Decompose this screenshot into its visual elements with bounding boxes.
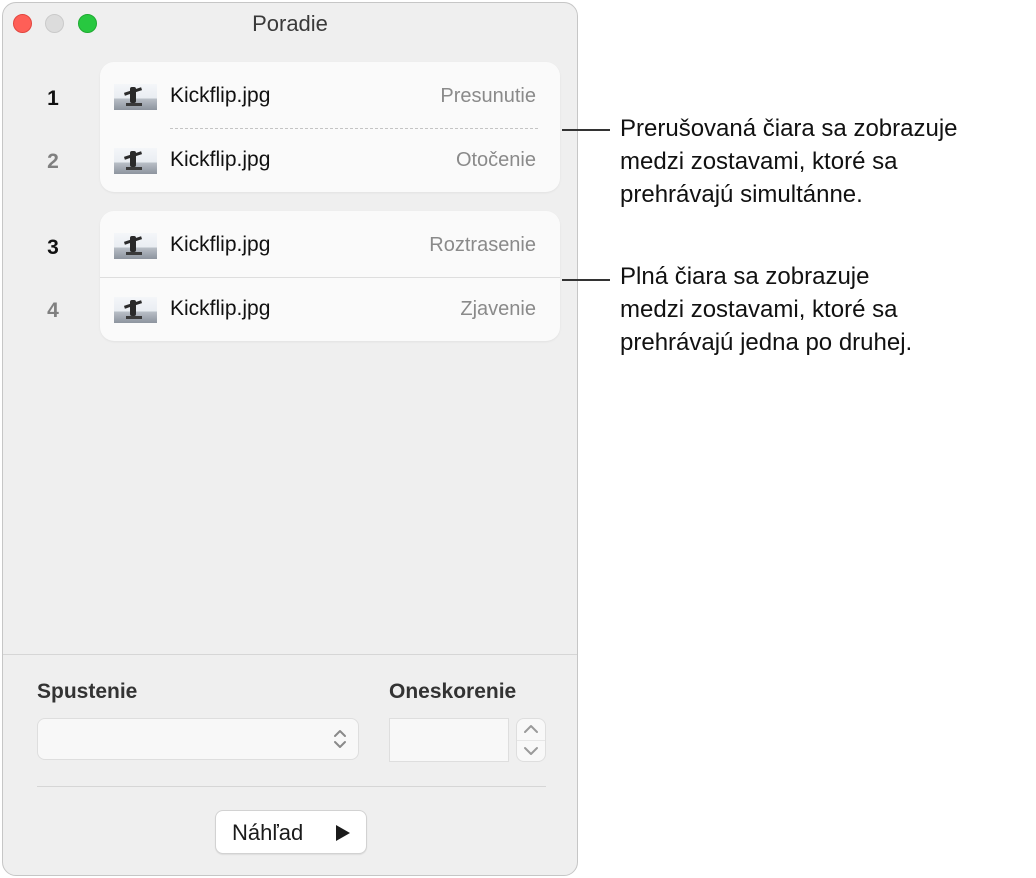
build-file-name: Kickflip.jpg — [170, 84, 271, 107]
preview-button[interactable]: Náhľad — [215, 810, 367, 854]
build-row-1[interactable]: Kickflip.jpg Presunutie — [100, 76, 560, 116]
callout-solid-line-1: Plná čiara sa zobrazuje — [620, 263, 870, 290]
callout-dashed-line-2: medzi zostavami, ktoré sa — [620, 148, 898, 175]
build-animation: Presunutie — [440, 85, 536, 107]
build-row-3[interactable]: Kickflip.jpg Roztrasenie — [100, 225, 560, 265]
callout-solid-line-2: medzi zostavami, ktoré sa — [620, 296, 898, 323]
build-order-window: Poradie 1 2 3 4 Kickflip.jpg Presunutie … — [2, 2, 578, 876]
callout-solid-text: Plná čiara sa zobrazuje medzi zostavami,… — [620, 260, 1036, 359]
build-number-1: 1 — [47, 87, 59, 110]
window-title: Poradie — [252, 11, 328, 36]
title-bar: Poradie — [3, 3, 577, 45]
image-thumbnail — [114, 84, 157, 110]
image-thumbnail — [114, 148, 157, 174]
start-popup[interactable] — [37, 718, 359, 760]
controls-divider — [37, 786, 546, 787]
chevron-down-icon — [524, 747, 538, 755]
callout-solid-line-3: prehrávajú jedna po druhej. — [620, 329, 913, 356]
build-animation: Roztrasenie — [429, 234, 536, 256]
delay-stepper[interactable] — [516, 718, 546, 762]
callout-line-solid — [562, 279, 610, 281]
panel-divider — [3, 654, 577, 655]
build-animation: Otočenie — [455, 149, 536, 171]
start-label: Spustenie — [37, 680, 138, 703]
dashed-divider — [170, 128, 538, 129]
image-thumbnail — [114, 233, 157, 259]
callout-dashed-text: Prerušovaná čiara sa zobrazuje medzi zos… — [620, 112, 1036, 211]
build-group-simultaneous: Kickflip.jpg Presunutie Kickflip.jpg Oto… — [100, 62, 560, 192]
build-group-sequential: Kickflip.jpg Roztrasenie Kickflip.jpg Zj… — [100, 211, 560, 341]
callout-dashed-line-1: Prerušovaná čiara sa zobrazuje — [620, 115, 958, 142]
play-icon — [336, 825, 350, 841]
build-animation: Zjavenie — [460, 298, 536, 320]
callout-line-dashed — [562, 129, 610, 131]
build-file-name: Kickflip.jpg — [170, 233, 271, 256]
build-number-2: 2 — [47, 150, 59, 173]
image-thumbnail — [114, 297, 157, 323]
delay-label: Oneskorenie — [389, 680, 517, 703]
build-number-4: 4 — [47, 299, 59, 322]
build-row-4[interactable]: Kickflip.jpg Zjavenie — [100, 289, 560, 329]
stepper-down[interactable] — [517, 740, 545, 762]
chevron-up-icon — [524, 725, 538, 733]
updown-chevron-icon — [334, 730, 346, 748]
build-file-name: Kickflip.jpg — [170, 148, 271, 171]
solid-divider — [100, 277, 560, 278]
callout-dashed-line-3: prehrávajú simultánne. — [620, 181, 863, 208]
build-number-3: 3 — [47, 236, 59, 259]
build-file-name: Kickflip.jpg — [170, 297, 271, 320]
preview-button-label: Náhľad — [232, 820, 304, 845]
stepper-up[interactable] — [517, 719, 545, 740]
build-row-2[interactable]: Kickflip.jpg Otočenie — [100, 140, 560, 180]
delay-field[interactable] — [389, 718, 509, 762]
